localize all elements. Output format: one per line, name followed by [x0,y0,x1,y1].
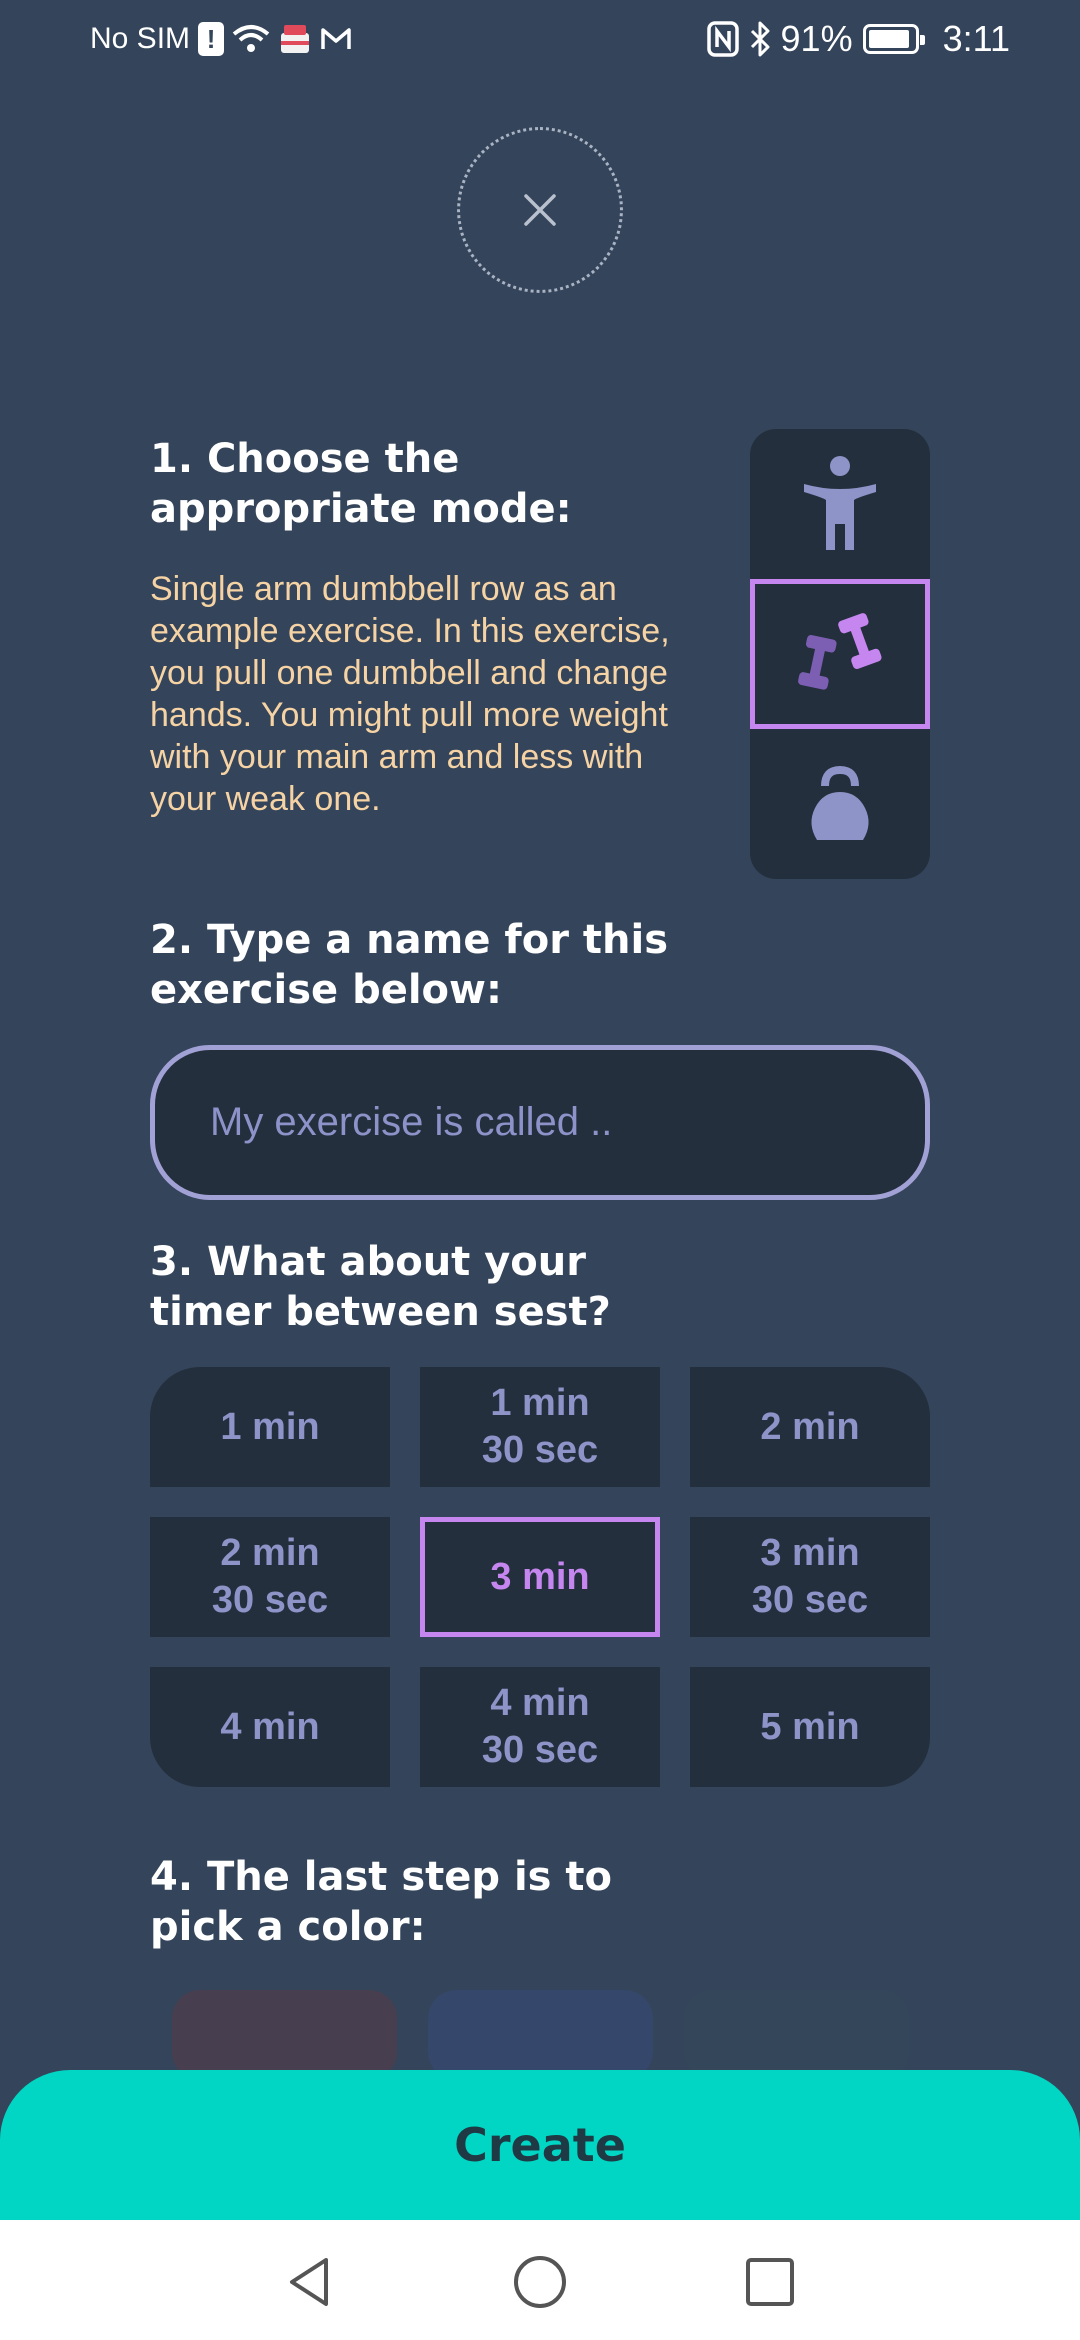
timer-option[interactable]: 4 min 30 sec [420,1667,660,1787]
home-button[interactable] [508,2250,572,2314]
nfc-icon [706,21,739,57]
timer-option[interactable]: 1 min 30 sec [420,1367,660,1487]
close-button[interactable] [457,127,623,293]
status-right: 91% 3:11 [706,18,1010,60]
step2-title: 2. Type a name for this exercise below: [150,917,669,1013]
bodyweight-person-icon [804,456,876,550]
back-triangle-icon [290,2258,328,2306]
color-swatch[interactable] [172,1990,397,2080]
bluetooth-icon [749,21,771,57]
step3-title: 3. What about your timer between sest? [150,1239,611,1335]
sim-alert-icon: ! [198,22,225,56]
create-button[interactable]: Create [0,2070,1080,2220]
timer-option[interactable]: 5 min [690,1667,930,1787]
gmail-icon [320,26,352,52]
wifi-icon [232,24,270,54]
screen: No SIM ! 91% 3:11 1. Choose the appropri… [0,0,1080,2340]
step1-title: 1. Choose the appropriate mode: [150,436,572,532]
status-left: No SIM ! [90,22,352,56]
clock: 3:11 [942,18,1010,59]
timer-option[interactable]: 4 min [150,1667,390,1787]
kettlebell-icon [811,765,869,840]
battery-fill [868,30,909,48]
timer-option[interactable]: 3 min [420,1517,660,1637]
mode-option-bodyweight[interactable] [750,429,930,579]
navigation-bar [0,2220,1080,2340]
timer-option[interactable]: 2 min [690,1367,930,1487]
timer-option[interactable]: 2 min 30 sec [150,1517,390,1637]
close-icon [524,194,556,226]
timer-option[interactable]: 3 min 30 sec [690,1517,930,1637]
battery-icon [862,24,925,54]
battery-percent: 91% [780,18,853,59]
color-swatch[interactable] [428,1990,653,2080]
mode-option-kettlebell[interactable] [750,729,930,879]
color-swatch[interactable] [684,1990,909,2080]
exercise-name-input[interactable] [150,1045,930,1200]
carrier-text: No SIM [90,22,191,55]
mode-selector [750,429,930,879]
recents-button[interactable] [738,2250,802,2314]
app-notification-icon [278,23,312,55]
mode-option-dumbbells[interactable] [750,579,930,729]
recents-square-icon [746,2258,794,2306]
step4-title: 4. The last step is to pick a color: [150,1854,612,1950]
status-bar: No SIM ! 91% 3:11 [0,0,1080,84]
timer-option[interactable]: 1 min [150,1367,390,1487]
back-button[interactable] [278,2250,342,2314]
dumbbells-icon [798,613,882,690]
home-circle-icon [514,2256,566,2308]
step1-description: Single arm dumbbell row as an example ex… [150,570,670,818]
